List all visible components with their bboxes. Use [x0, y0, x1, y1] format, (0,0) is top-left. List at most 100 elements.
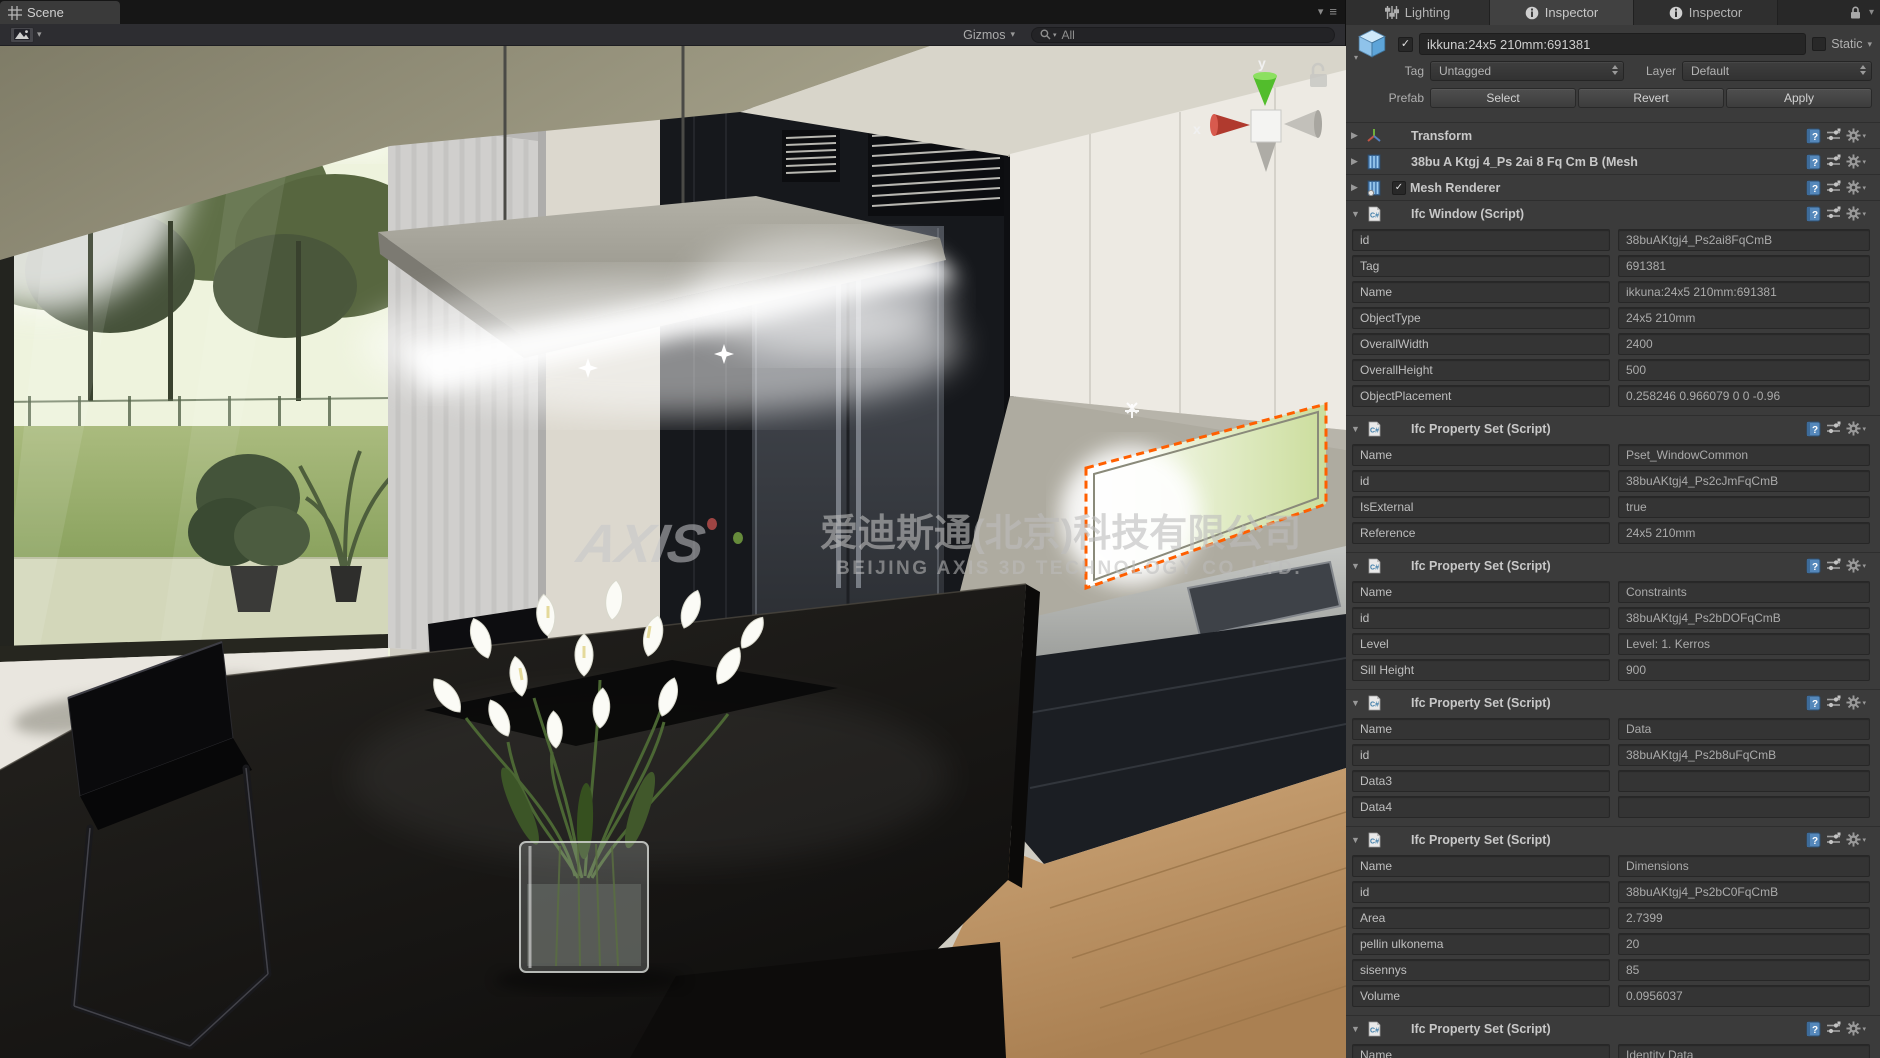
property-value-field[interactable]: 0.258246 0.966079 0 0 -0.96 [1618, 385, 1870, 407]
foldout-arrow-icon[interactable]: ▼ [1351, 1024, 1365, 1034]
tag-dropdown[interactable]: Untagged [1430, 61, 1624, 81]
property-value-field[interactable]: 24x5 210mm [1618, 307, 1870, 329]
panel-menu-icon[interactable]: ≡ [1329, 4, 1337, 19]
component-header[interactable]: ▶ Transform ? ▾ [1346, 122, 1880, 148]
property-value-field[interactable]: Data [1618, 718, 1870, 740]
component-header[interactable]: ▼ C# Ifc Property Set (Script) ? ▾ [1346, 415, 1880, 441]
property-value-field[interactable]: Dimensions [1618, 855, 1870, 877]
property-value-field[interactable]: Identity Data [1618, 1044, 1870, 1058]
property-value-field[interactable] [1618, 796, 1870, 818]
property-label: Name [1352, 718, 1610, 740]
static-checkbox[interactable] [1812, 37, 1826, 51]
static-dropdown-icon[interactable]: ▾ [1867, 39, 1872, 50]
foldout-arrow-icon[interactable]: ▼ [1351, 424, 1365, 434]
gear-icon[interactable]: ▾ [1846, 421, 1866, 436]
property-value-field[interactable]: 24x5 210mm [1618, 522, 1870, 544]
property-value-field[interactable]: 900 [1618, 659, 1870, 681]
gear-icon[interactable]: ▾ [1846, 128, 1866, 143]
preset-icon[interactable] [1826, 1021, 1841, 1036]
gear-icon[interactable]: ▾ [1846, 832, 1866, 847]
help-icon[interactable]: ? [1806, 832, 1821, 848]
component-header[interactable]: ▶ ✓ Mesh Renderer ? ▾ [1346, 174, 1880, 200]
prefab-select-button[interactable]: Select [1430, 88, 1576, 108]
property-value-field[interactable]: 0.0956037 [1618, 985, 1870, 1007]
help-icon[interactable]: ? [1806, 558, 1821, 574]
help-icon[interactable]: ? [1806, 206, 1821, 222]
preset-icon[interactable] [1826, 180, 1841, 195]
help-icon[interactable]: ? [1806, 695, 1821, 711]
component-header[interactable]: ▶ 38bu A Ktgj 4_Ps 2ai 8 Fq Cm B (Mesh ?… [1346, 148, 1880, 174]
property-value-field[interactable]: 691381 [1618, 255, 1870, 277]
component-icon [1365, 180, 1383, 196]
preset-icon[interactable] [1826, 128, 1841, 143]
preset-icon[interactable] [1826, 154, 1841, 169]
foldout-arrow-icon[interactable]: ▶ [1351, 182, 1365, 193]
gear-icon[interactable]: ▾ [1846, 695, 1866, 710]
foldout-arrow-icon[interactable]: ▶ [1351, 130, 1365, 141]
property-value-field[interactable]: 85 [1618, 959, 1870, 981]
tab-scene[interactable]: Scene [0, 1, 120, 24]
preset-icon[interactable] [1826, 421, 1841, 436]
panel-caret-icon[interactable]: ▾ [1869, 7, 1874, 18]
property-value-field[interactable] [1618, 770, 1870, 792]
help-icon[interactable]: ? [1806, 180, 1821, 196]
gear-icon[interactable]: ▾ [1846, 180, 1866, 195]
help-icon[interactable]: ? [1806, 154, 1821, 170]
panel-caret-icon[interactable]: ▾ [1318, 5, 1324, 18]
active-checkbox[interactable]: ✓ [1398, 37, 1413, 52]
gear-icon[interactable]: ▾ [1846, 206, 1866, 221]
foldout-arrow-icon[interactable]: ▼ [1351, 209, 1365, 219]
property-value-field[interactable]: 2400 [1618, 333, 1870, 355]
gear-icon[interactable]: ▾ [1846, 558, 1866, 573]
gizmos-button[interactable]: Gizmos ▾ [957, 26, 1021, 44]
property-value-field[interactable]: true [1618, 496, 1870, 518]
component-title: Ifc Property Set (Script) [1411, 696, 1798, 710]
gear-icon[interactable]: ▾ [1846, 1021, 1866, 1036]
property-value-field[interactable]: 38buAKtgj4_Ps2bC0FqCmB [1618, 881, 1870, 903]
component: ▼ C# Ifc Property Set (Script) ? ▾ Name … [1346, 689, 1880, 826]
tab-inspector-2[interactable]: Inspector [1634, 0, 1778, 25]
property-value-field[interactable]: 500 [1618, 359, 1870, 381]
scene-3d-viewport[interactable]: AXIS 爱迪斯通(北京)科技有限公司 BEIJING AXIS 3D TECH… [0, 46, 1346, 1058]
property-value-field[interactable]: 38buAKtgj4_Ps2bDOFqCmB [1618, 607, 1870, 629]
gameobject-cube-icon[interactable]: ▾ [1356, 28, 1392, 60]
property-row: Name Dimensions [1352, 855, 1870, 877]
foldout-arrow-icon[interactable]: ▼ [1351, 561, 1365, 571]
component-header[interactable]: ▼ C# Ifc Property Set (Script) ? ▾ [1346, 1015, 1880, 1041]
component-header[interactable]: ▼ C# Ifc Window (Script) ? ▾ [1346, 200, 1880, 226]
property-label: Tag [1352, 255, 1610, 277]
prefab-apply-button[interactable]: Apply [1726, 88, 1872, 108]
component-enabled-checkbox[interactable]: ✓ [1392, 181, 1406, 195]
layer-dropdown[interactable]: Default [1682, 61, 1872, 81]
property-value-field[interactable]: Level: 1. Kerros [1618, 633, 1870, 655]
gear-icon[interactable]: ▾ [1846, 154, 1866, 169]
foldout-arrow-icon[interactable]: ▶ [1351, 156, 1365, 167]
component-header[interactable]: ▼ C# Ifc Property Set (Script) ? ▾ [1346, 689, 1880, 715]
scene-search-input[interactable]: ▾ All [1031, 27, 1335, 43]
property-value-field[interactable]: Pset_WindowCommon [1618, 444, 1870, 466]
preset-icon[interactable] [1826, 558, 1841, 573]
tab-lighting[interactable]: Lighting [1346, 0, 1490, 25]
component-header[interactable]: ▼ C# Ifc Property Set (Script) ? ▾ [1346, 826, 1880, 852]
foldout-arrow-icon[interactable]: ▼ [1351, 698, 1365, 708]
preset-icon[interactable] [1826, 206, 1841, 221]
property-value-field[interactable]: 20 [1618, 933, 1870, 955]
property-value-field[interactable]: Constraints [1618, 581, 1870, 603]
preset-icon[interactable] [1826, 832, 1841, 847]
property-value-field[interactable]: 38buAKtgj4_Ps2b8uFqCmB [1618, 744, 1870, 766]
property-value-field[interactable]: ikkuna:24x5 210mm:691381 [1618, 281, 1870, 303]
help-icon[interactable]: ? [1806, 421, 1821, 437]
help-icon[interactable]: ? [1806, 128, 1821, 144]
component-header[interactable]: ▼ C# Ifc Property Set (Script) ? ▾ [1346, 552, 1880, 578]
foldout-arrow-icon[interactable]: ▼ [1351, 835, 1365, 845]
property-value-field[interactable]: 38buAKtgj4_Ps2ai8FqCmB [1618, 229, 1870, 251]
object-name-input[interactable]: ikkuna:24x5 210mm:691381 [1419, 33, 1806, 55]
draw-mode-dropdown[interactable]: ▾ [10, 27, 42, 43]
lock-icon[interactable] [1850, 6, 1861, 19]
property-value-field[interactable]: 2.7399 [1618, 907, 1870, 929]
preset-icon[interactable] [1826, 695, 1841, 710]
property-value-field[interactable]: 38buAKtgj4_Ps2cJmFqCmB [1618, 470, 1870, 492]
help-icon[interactable]: ? [1806, 1021, 1821, 1037]
tab-inspector[interactable]: Inspector [1490, 0, 1634, 25]
prefab-revert-button[interactable]: Revert [1578, 88, 1724, 108]
